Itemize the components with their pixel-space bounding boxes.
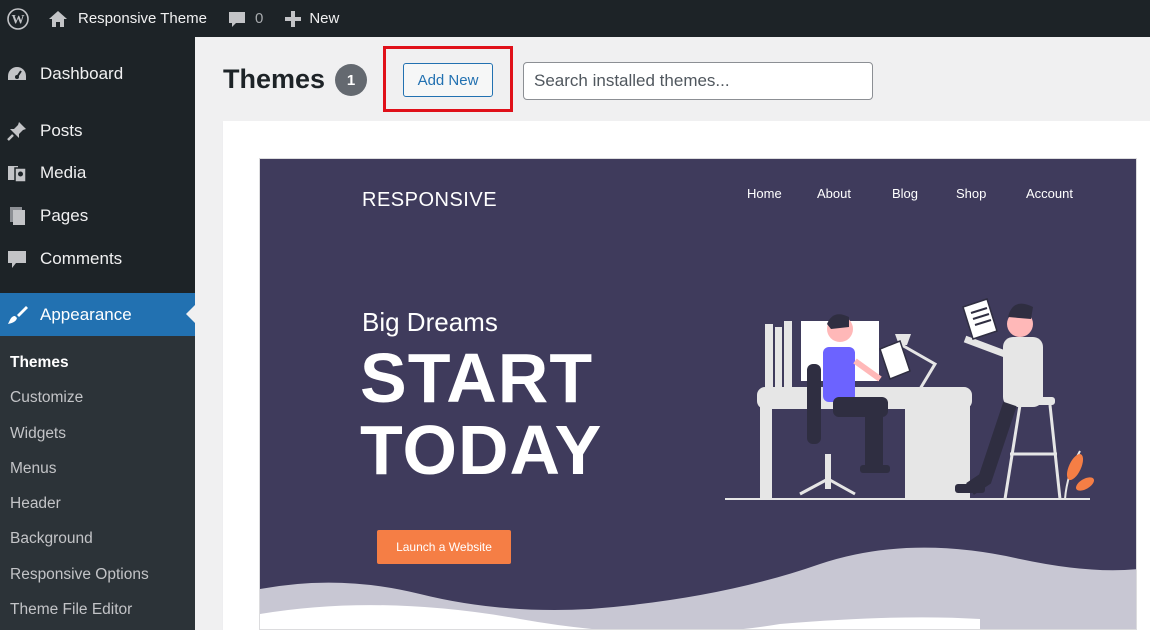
sidebar-item-label: Comments — [40, 249, 123, 268]
preview-nav-account: Account — [1026, 186, 1073, 201]
search-themes-input[interactable] — [523, 62, 873, 100]
preview-nav-about: About — [817, 186, 851, 201]
comment-icon — [6, 248, 28, 270]
appearance-submenu: Themes Customize Widgets Menus Header Ba… — [0, 336, 195, 630]
sidebar-item-label: Appearance — [40, 304, 132, 324]
submenu-themes[interactable]: Themes — [10, 354, 69, 372]
wordpress-logo-button[interactable]: W — [0, 0, 36, 37]
submenu-header[interactable]: Header — [10, 495, 61, 513]
sidebar-item-media[interactable]: Media — [0, 158, 195, 188]
sidebar-item-label: Media — [40, 163, 87, 182]
sidebar-item-comments[interactable]: Comments — [0, 244, 195, 274]
sidebar-item-pages[interactable]: Pages — [0, 201, 195, 231]
sidebar-item-label: Posts — [40, 121, 83, 140]
theme-count-badge: 1 — [335, 64, 367, 96]
preview-headline-line2: TODAY — [360, 411, 603, 489]
admin-sidebar: Dashboard Posts Media Pages Comments App… — [0, 37, 195, 630]
preview-illustration — [725, 298, 1095, 500]
submenu-widgets[interactable]: Widgets — [10, 425, 66, 443]
comments-link[interactable]: 0 — [227, 0, 263, 37]
preview-nav-home: Home — [747, 186, 782, 201]
new-content-button[interactable]: New — [285, 0, 339, 37]
submenu-theme-file-editor[interactable]: Theme File Editor — [10, 601, 132, 619]
new-label: New — [309, 10, 340, 27]
preview-subtitle: Big Dreams — [362, 307, 498, 337]
preview-logo: RESPONSIVE — [362, 189, 498, 211]
submenu-responsive-options[interactable]: Responsive Options — [10, 566, 149, 584]
sidebar-item-dashboard[interactable]: Dashboard — [0, 59, 195, 89]
dashboard-icon — [6, 63, 28, 85]
comments-count: 0 — [254, 10, 264, 27]
sidebar-item-posts[interactable]: Posts — [0, 116, 195, 146]
admin-bar: W Responsive Theme 0 New — [0, 0, 1150, 37]
plus-icon — [285, 10, 302, 27]
add-new-button[interactable]: Add New — [403, 63, 493, 97]
comment-bubble-icon — [228, 11, 245, 27]
theme-screenshot[interactable]: RESPONSIVE Home About Blog Shop Account … — [259, 158, 1137, 630]
preview-headline-line1: START — [360, 339, 594, 417]
svg-text:W: W — [12, 11, 25, 26]
wordpress-icon: W — [7, 7, 29, 30]
page-title: Themes — [223, 64, 326, 94]
submenu-menus[interactable]: Menus — [10, 460, 57, 478]
preview-waves-decoration — [260, 547, 1136, 629]
pages-icon — [6, 205, 28, 227]
preview-nav-blog: Blog — [892, 186, 919, 201]
home-icon — [49, 10, 67, 27]
site-name: Responsive Theme — [78, 10, 207, 27]
site-name-link[interactable]: Responsive Theme — [48, 0, 207, 37]
submenu-customize[interactable]: Customize — [10, 389, 83, 407]
paintbrush-icon — [6, 304, 28, 326]
media-icon — [6, 162, 28, 184]
sidebar-item-label: Dashboard — [40, 64, 124, 83]
pin-icon — [6, 120, 28, 142]
sidebar-item-appearance[interactable]: Appearance — [0, 293, 195, 336]
preview-nav-shop: Shop — [956, 186, 987, 201]
sidebar-item-label: Pages — [40, 206, 89, 225]
submenu-background[interactable]: Background — [10, 530, 93, 548]
